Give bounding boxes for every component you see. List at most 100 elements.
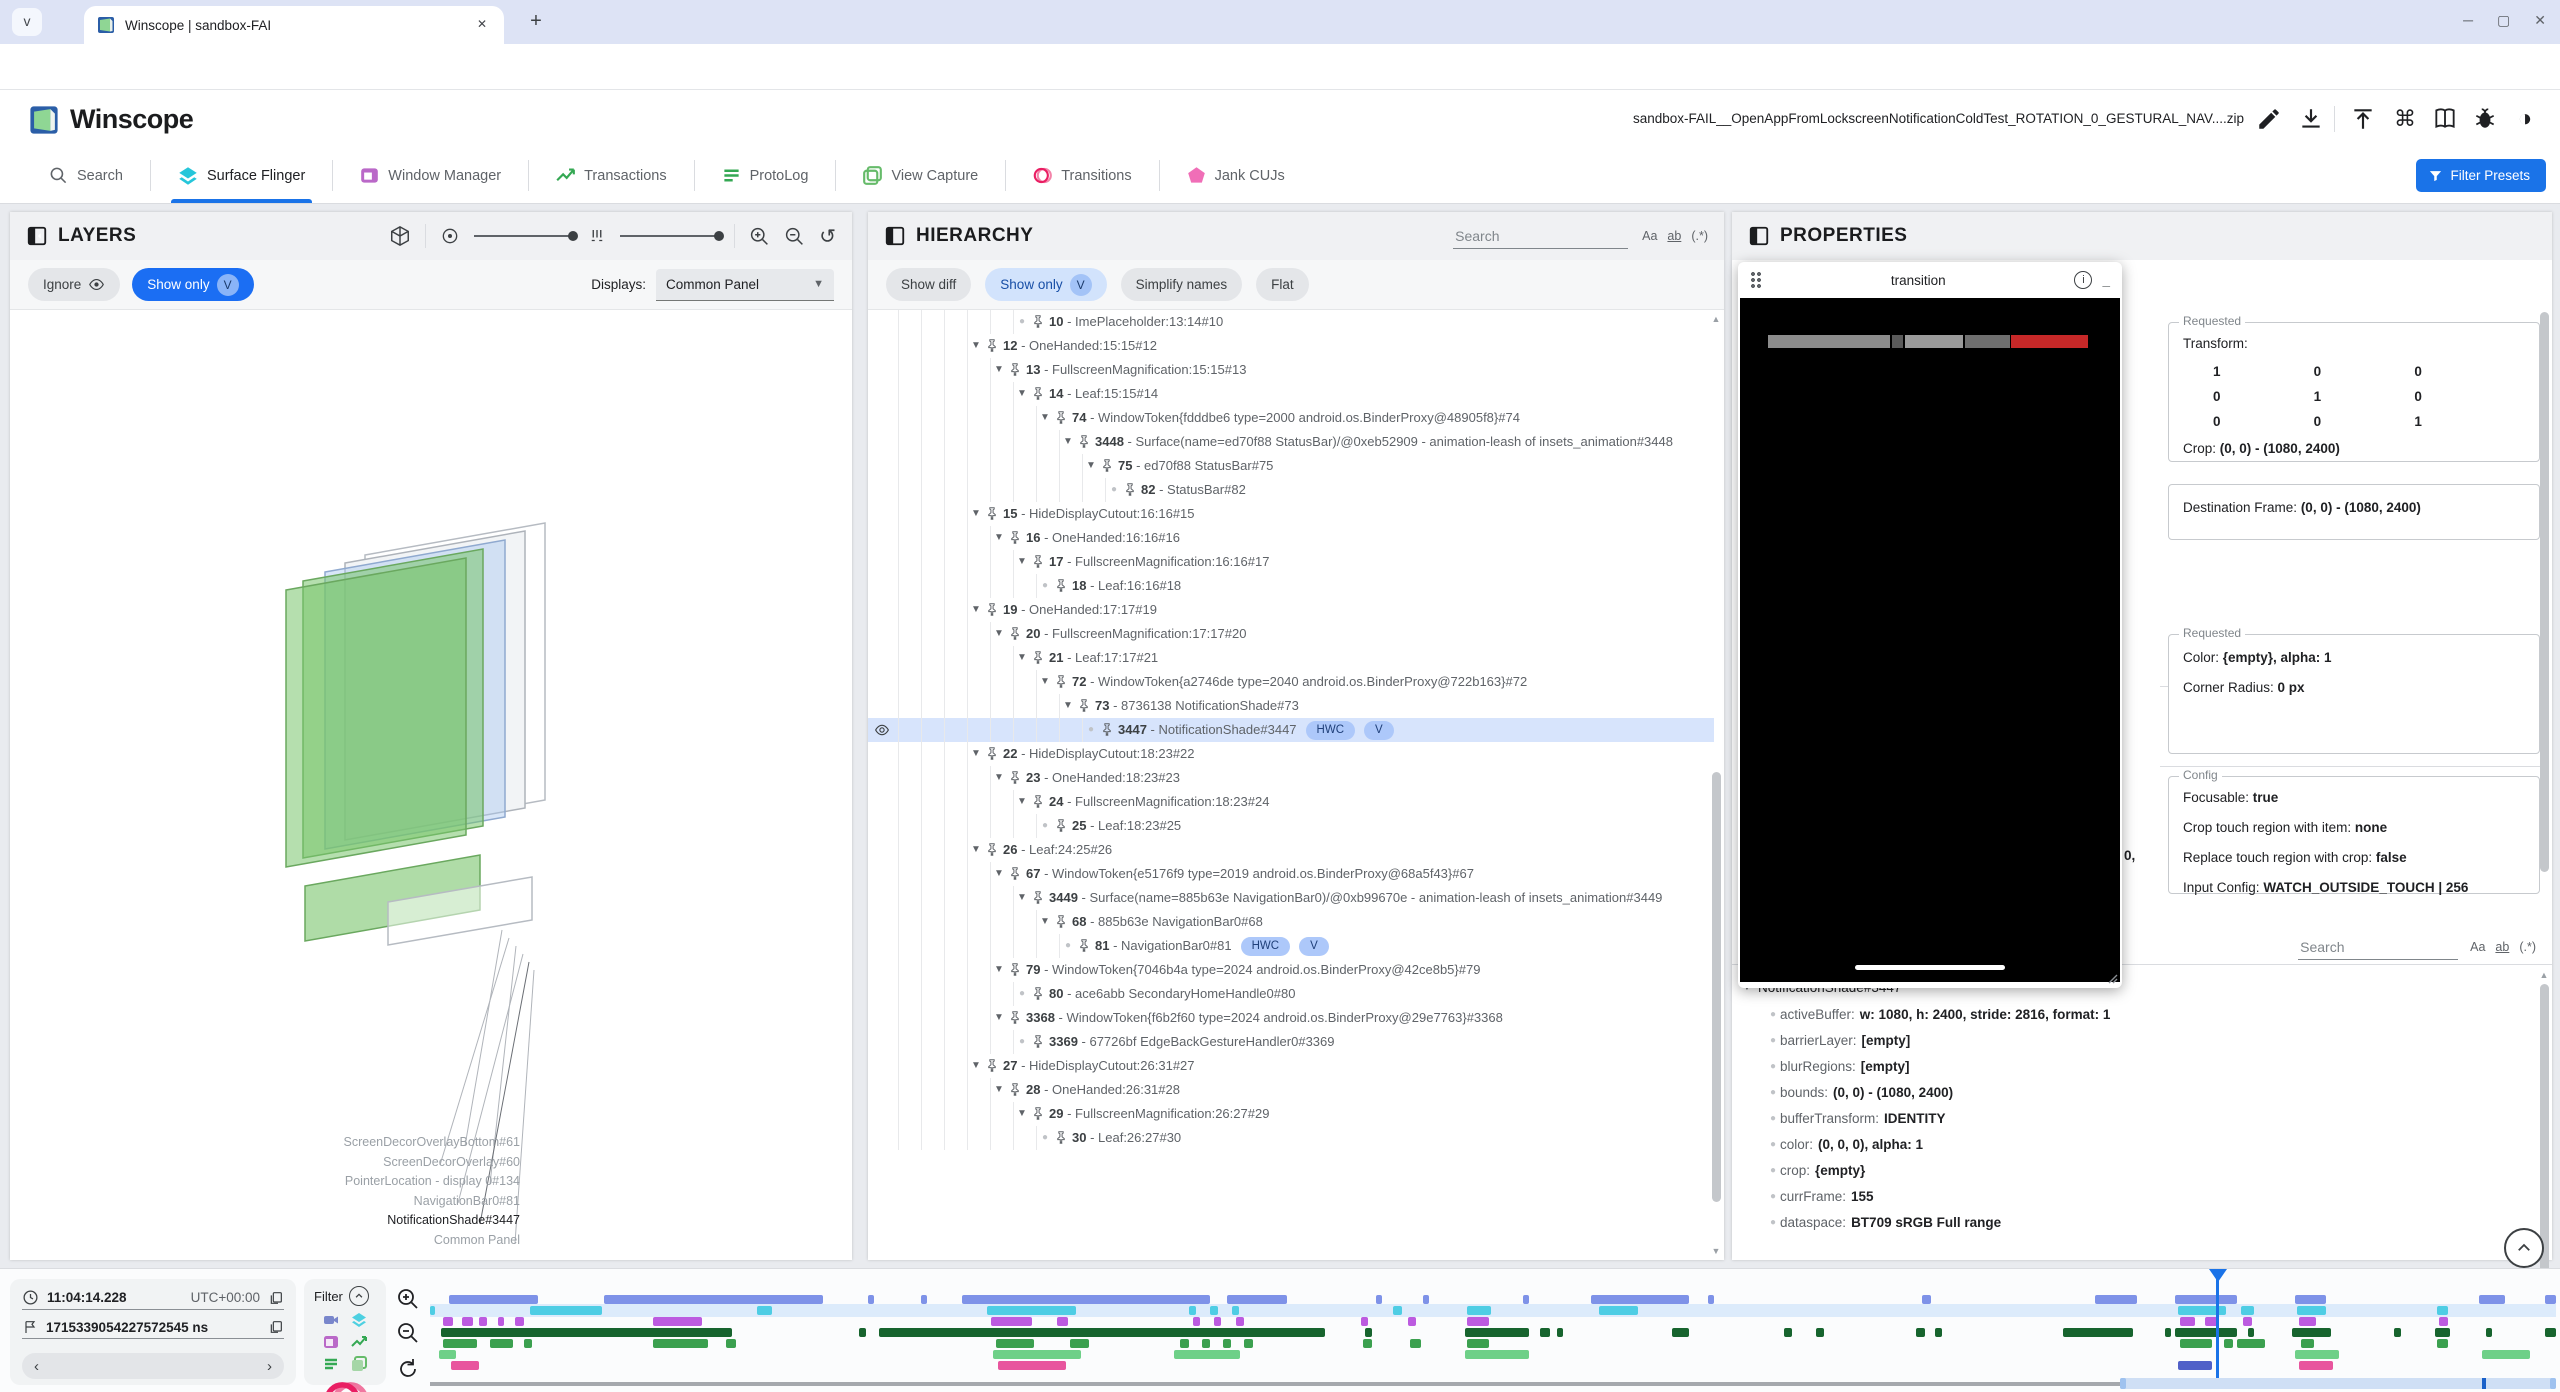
layer-label[interactable]: ScreenDecorOverlayBottom#61 <box>230 1133 520 1153</box>
pin-icon[interactable] <box>1055 579 1067 592</box>
window-maximize-icon[interactable]: ▢ <box>2497 12 2510 29</box>
expand-arrow-icon[interactable]: ▼ <box>968 1054 984 1078</box>
tree-node-80[interactable]: ●80 - ace6abb SecondaryHomeHandle0#80 <box>868 982 1714 1006</box>
tree-node-24[interactable]: ▼24 - FullscreenMagnification:18:23#24 <box>868 790 1714 814</box>
collapse-timeline-button[interactable] <box>2504 1228 2544 1268</box>
expand-arrow-icon[interactable]: ▼ <box>1037 670 1053 694</box>
drag-handle-icon[interactable] <box>1750 271 1762 289</box>
pin-icon[interactable] <box>1055 1131 1067 1144</box>
pin-icon[interactable] <box>1078 939 1090 952</box>
transitions-trace-icon[interactable] <box>323 1378 367 1392</box>
properties-scrollbar[interactable] <box>2540 312 2549 872</box>
pin-icon[interactable] <box>1124 483 1136 496</box>
tree-node-3447[interactable]: ●3447 - NotificationShade#3447HWCV <box>868 718 1714 742</box>
pin-icon[interactable] <box>1032 1035 1044 1048</box>
rotation-slider[interactable] <box>474 235 574 237</box>
pin-icon[interactable] <box>1009 867 1021 880</box>
tree-node-30[interactable]: ●30 - Leaf:26:27#30 <box>868 1126 1714 1150</box>
pin-icon[interactable] <box>1009 627 1021 640</box>
tree-node-28[interactable]: ▼28 - OneHanded:26:31#28 <box>868 1078 1714 1102</box>
3d-cube-icon[interactable] <box>389 225 411 247</box>
expand-arrow-icon[interactable]: ▼ <box>1014 1102 1030 1126</box>
window-minimize-icon[interactable]: ─ <box>2463 12 2473 29</box>
timeline-zoom-out-icon[interactable] <box>396 1321 420 1345</box>
match-regex-icon[interactable]: (.*) <box>1691 229 1708 243</box>
show-only-v-chip[interactable]: Show only V <box>132 268 253 301</box>
tree-node-29[interactable]: ▼29 - FullscreenMagnification:26:27#29 <box>868 1102 1714 1126</box>
layer-label[interactable]: NotificationShade#3447 <box>230 1211 520 1231</box>
layer-label[interactable]: Common Panel <box>230 1231 520 1251</box>
tree-node-12[interactable]: ▼12 - OneHanded:15:15#12 <box>868 334 1714 358</box>
expand-arrow-icon[interactable]: ▼ <box>1037 406 1053 430</box>
tree-node-3369[interactable]: ●3369 - 67726bf EdgeBackGestureHandler0#… <box>868 1030 1714 1054</box>
expand-arrow-icon[interactable]: ▼ <box>1014 550 1030 574</box>
tree-node-72[interactable]: ▼72 - WindowToken{a2746de type=2040 andr… <box>868 670 1714 694</box>
pin-icon[interactable] <box>986 507 998 520</box>
match-word-icon[interactable]: ab <box>1667 229 1681 243</box>
browser-tab[interactable]: Winscope | sandbox-FAI ✕ <box>84 6 504 44</box>
proto-prop-barrierLayer[interactable]: ●barrierLayer:[empty] <box>1766 1028 2538 1054</box>
pin-icon[interactable] <box>1032 651 1044 664</box>
pin-icon[interactable] <box>986 603 998 616</box>
expand-arrow-icon[interactable]: ▼ <box>991 526 1007 550</box>
tree-node-19[interactable]: ▼19 - OneHanded:17:17#19 <box>868 598 1714 622</box>
keyboard-shortcuts-icon[interactable]: ⌘ <box>2392 106 2418 132</box>
pin-icon[interactable] <box>1009 963 1021 976</box>
pin-icon[interactable] <box>1032 795 1044 808</box>
pin-icon[interactable] <box>1055 915 1067 928</box>
match-case-icon[interactable]: Aa <box>1642 229 1657 243</box>
chip-show-only[interactable]: Show onlyV <box>985 268 1106 301</box>
tab-view-capture[interactable]: View Capture <box>836 148 1005 203</box>
tree-node-10[interactable]: ●10 - ImePlaceholder:13:14#10 <box>868 310 1714 334</box>
reset-view-icon[interactable]: ↺ <box>819 224 836 249</box>
tree-node-25[interactable]: ●25 - Leaf:18:23#25 <box>868 814 1714 838</box>
transition-preview-window[interactable]: transition i _ <box>1738 262 2122 988</box>
pin-icon[interactable] <box>1055 411 1067 424</box>
expand-arrow-icon[interactable]: ▼ <box>968 838 984 862</box>
expand-arrow-icon[interactable]: ▼ <box>1037 910 1053 934</box>
scroll-down-icon[interactable]: ▼ <box>1710 1246 1722 1256</box>
chip-show-diff[interactable]: Show diff <box>886 268 971 301</box>
expand-arrow-icon[interactable]: ▼ <box>991 358 1007 382</box>
tab-close-icon[interactable]: ✕ <box>472 15 492 35</box>
pin-icon[interactable] <box>1078 699 1090 712</box>
new-tab-button[interactable]: + <box>522 8 550 36</box>
screen-recording-trace-icon[interactable] <box>323 1312 339 1328</box>
pin-icon[interactable] <box>1032 891 1044 904</box>
expand-arrow-icon[interactable]: ▼ <box>991 1078 1007 1102</box>
upload-new-trace-icon[interactable] <box>2350 106 2376 132</box>
expand-arrow-icon[interactable]: ▼ <box>991 862 1007 886</box>
copy-icon[interactable] <box>268 1319 284 1335</box>
surface-flinger-trace-icon[interactable] <box>351 1312 367 1328</box>
protolog-trace-icon[interactable] <box>323 1356 339 1372</box>
pin-icon[interactable] <box>1055 819 1067 832</box>
tree-node-13[interactable]: ▼13 - FullscreenMagnification:15:15#13 <box>868 358 1714 382</box>
expand-arrow-icon[interactable]: ▼ <box>968 502 984 526</box>
layers-3d-view[interactable] <box>10 310 852 1260</box>
filter-collapse-icon[interactable] <box>349 1286 369 1306</box>
documentation-icon[interactable] <box>2432 106 2458 132</box>
timeline-cursor-handle[interactable] <box>2209 1269 2227 1282</box>
pin-icon[interactable] <box>1032 315 1044 328</box>
pin-icon[interactable] <box>1009 531 1021 544</box>
expand-arrow-icon[interactable]: ▼ <box>1060 694 1076 718</box>
tree-node-67[interactable]: ▼67 - WindowToken{e5176f9 type=2019 andr… <box>868 862 1714 886</box>
timeline-tracks[interactable] <box>430 1295 2556 1387</box>
tree-node-68[interactable]: ▼68 - 885b63e NavigationBar0#68 <box>868 910 1714 934</box>
tab-transitions[interactable]: Transitions <box>1006 148 1158 203</box>
properties-search-input[interactable] <box>2298 935 2458 960</box>
zoom-in-icon[interactable] <box>749 226 770 247</box>
view-capture-trace-icon[interactable] <box>351 1356 367 1372</box>
match-case-icon[interactable]: Aa <box>2470 940 2485 954</box>
next-entry-button[interactable]: › <box>267 1358 272 1375</box>
expand-arrow-icon[interactable]: ▼ <box>991 1006 1007 1030</box>
pin-icon[interactable] <box>1009 771 1021 784</box>
collapse-panel-icon[interactable] <box>884 225 906 247</box>
tree-node-16[interactable]: ▼16 - OneHanded:16:16#16 <box>868 526 1714 550</box>
expand-arrow-icon[interactable]: ▼ <box>1060 430 1076 454</box>
match-regex-icon[interactable]: (.*) <box>2519 940 2536 954</box>
tree-node-82[interactable]: ●82 - StatusBar#82 <box>868 478 1714 502</box>
proto-prop-bounds[interactable]: ●bounds:(0, 0) - (1080, 2400) <box>1766 1080 2538 1106</box>
tree-node-14[interactable]: ▼14 - Leaf:15:15#14 <box>868 382 1714 406</box>
chip-simplify-names[interactable]: Simplify names <box>1121 268 1243 301</box>
